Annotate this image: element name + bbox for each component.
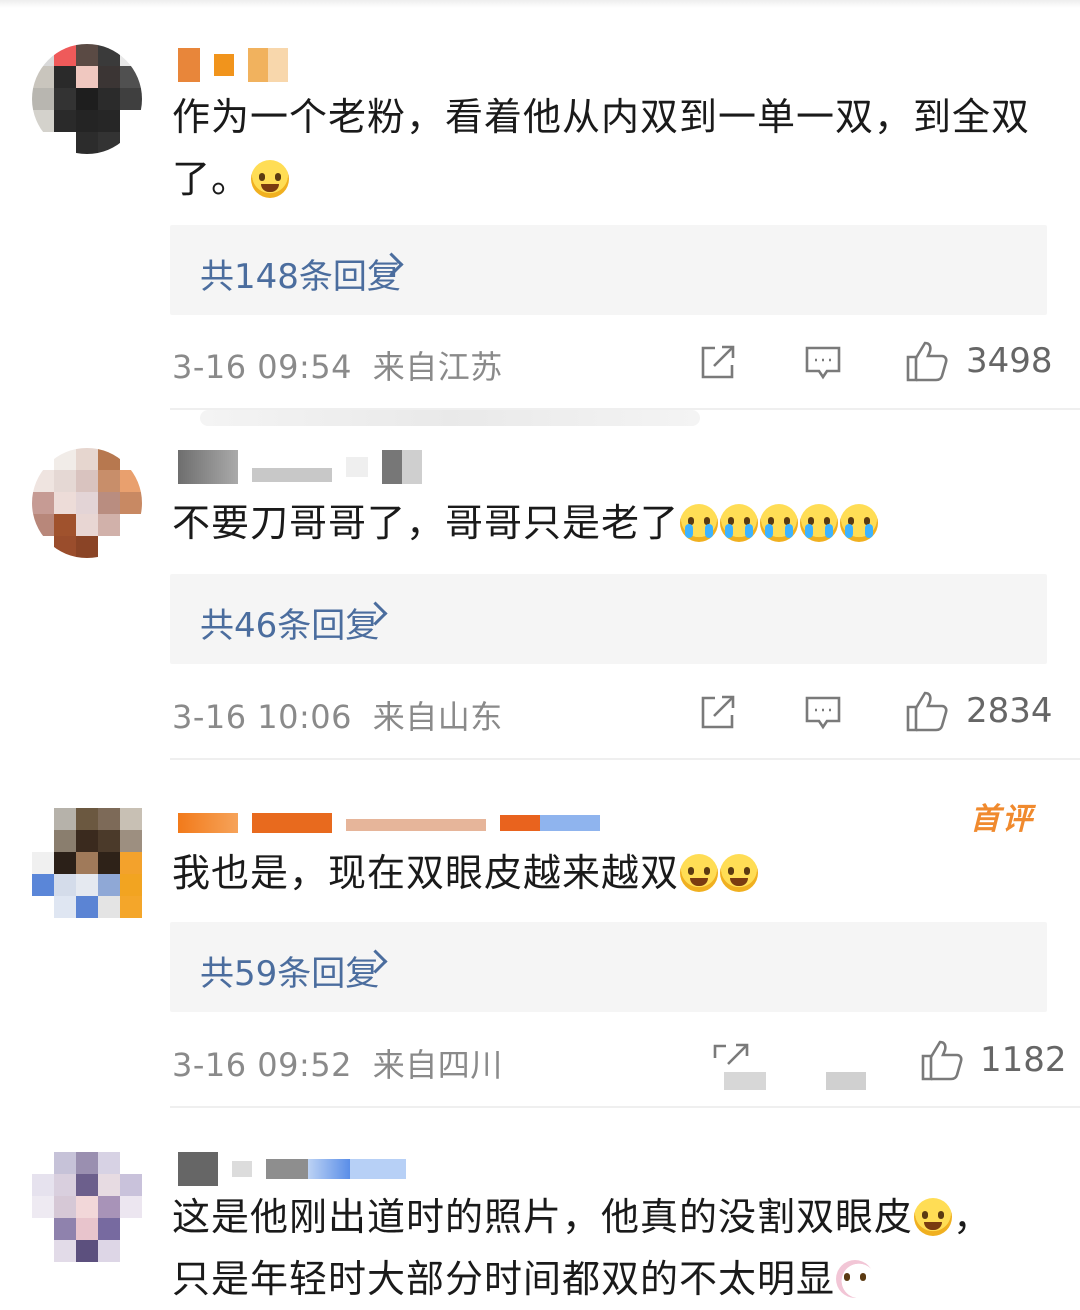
comment-date: 3-16 09:54: [172, 348, 353, 386]
divider-shadow: [200, 410, 700, 426]
crying-emoji: [760, 504, 799, 542]
comment-location: 来自江苏: [372, 348, 503, 386]
comment-meta: 3-16 10:06 来自山东: [172, 692, 503, 738]
divider: [170, 758, 1080, 760]
like-count: 1182: [980, 1040, 1067, 1080]
redacted-block: [826, 1072, 866, 1090]
username-redacted[interactable]: [178, 806, 600, 840]
comment-text: 这是他刚出道时的照片，他真的没割双眼皮， 只是年轻时大部分时间都双的不太明显: [172, 1195, 993, 1301]
thumbs-up-icon[interactable]: [905, 689, 949, 733]
share-icon[interactable]: [698, 692, 738, 732]
avatar[interactable]: [32, 1152, 142, 1262]
laugh-cry-emoji: [251, 160, 290, 198]
comment-date: 3-16 09:52: [172, 1046, 353, 1084]
rabbit-emoji: [836, 1260, 875, 1298]
like-count: 2834: [966, 691, 1053, 731]
comment-text: 作为一个老粉，看着他从内双到一单一双，到全双了。: [172, 95, 1031, 201]
comment-text: 我也是，现在双眼皮越来越双: [172, 842, 1042, 904]
comment-meta: 3-16 09:52 来自四川: [172, 1040, 503, 1086]
crying-emoji: [680, 504, 719, 542]
avatar[interactable]: [32, 808, 142, 918]
like-count: 3498: [966, 341, 1053, 381]
replies-link[interactable]: 共46条回复: [170, 574, 1047, 664]
comment-text: 不要刀哥哥了，哥哥只是老了: [172, 492, 1042, 554]
comment-date: 3-16 10:06: [172, 698, 353, 736]
avatar[interactable]: [32, 44, 142, 154]
replies-link[interactable]: 共148条回复: [170, 225, 1047, 315]
laugh-cry-emoji: [914, 1198, 953, 1236]
thumbs-up-icon[interactable]: [905, 339, 949, 383]
replies-link[interactable]: 共59条回复: [170, 922, 1047, 1012]
thumbs-up-icon[interactable]: [920, 1038, 964, 1082]
username-redacted[interactable]: [178, 48, 288, 82]
top-fade: [0, 0, 1080, 8]
username-redacted[interactable]: [178, 450, 422, 484]
laugh-cry-emoji: [720, 854, 759, 892]
laugh-cry-emoji: [680, 854, 719, 892]
comment-location: 来自四川: [372, 1046, 503, 1084]
crying-emoji: [800, 504, 839, 542]
crying-emoji: [720, 504, 759, 542]
divider: [170, 1106, 1080, 1108]
comment-location: 来自山东: [372, 698, 503, 736]
comment-icon[interactable]: [803, 342, 843, 382]
redacted-block: [724, 1072, 766, 1090]
comment-meta: 3-16 09:54 来自江苏: [172, 342, 503, 388]
comment-icon[interactable]: [803, 692, 843, 732]
username-redacted[interactable]: [178, 1152, 406, 1186]
avatar[interactable]: [32, 448, 142, 558]
crying-emoji: [840, 504, 879, 542]
first-comment-badge: 首评: [970, 802, 1034, 837]
share-icon[interactable]: [698, 342, 738, 382]
